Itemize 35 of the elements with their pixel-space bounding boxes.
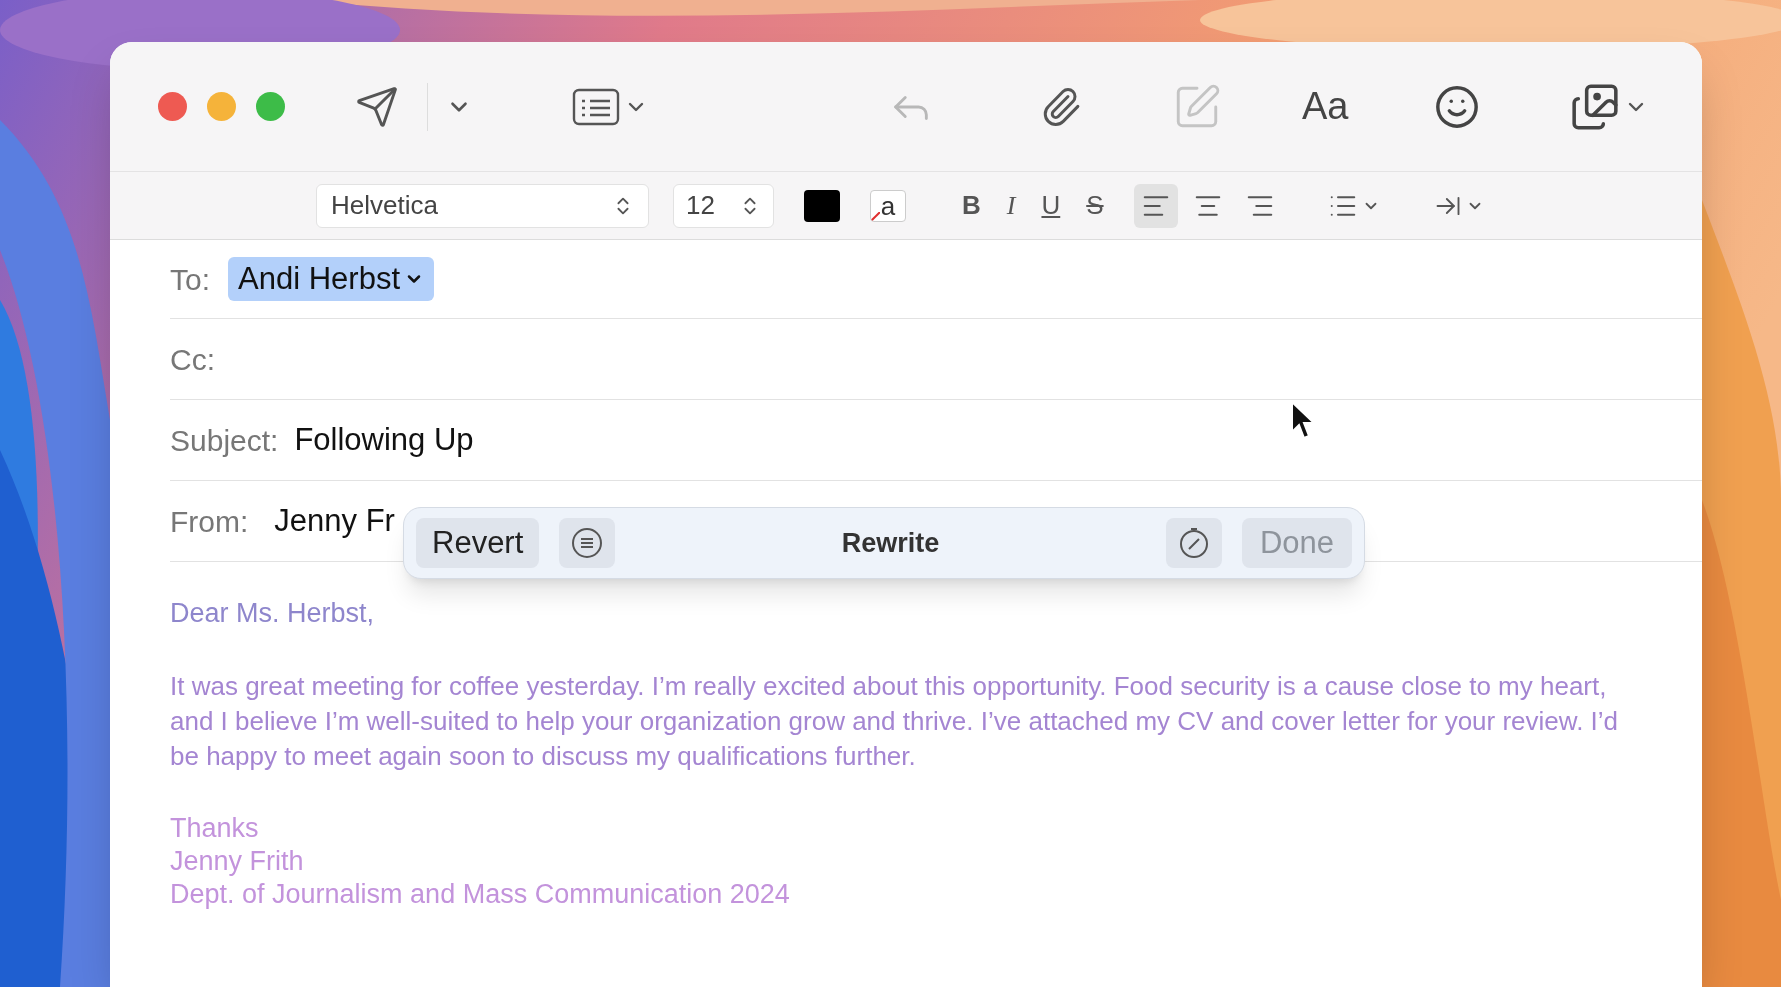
slash-mark (871, 211, 880, 221)
lines-circle-icon (570, 526, 605, 560)
highlight-color-button[interactable]: a (870, 189, 906, 222)
format-button[interactable]: Aa (1302, 78, 1349, 135)
photos-icon (1570, 81, 1621, 132)
send-button[interactable] (355, 84, 399, 129)
field-label: Subject: (170, 422, 279, 459)
close-button[interactable] (158, 92, 187, 121)
sender-value: Jenny Fr (274, 501, 395, 540)
strikethrough-button[interactable]: S (1086, 186, 1104, 225)
greeting-text: Dear Ms. Herbst, (170, 597, 376, 630)
body-paragraph: It was great meeting for coffee yesterday. I’m really excited about this opportunity. Food security is a cause close to my heart, and I believe I’m well-suited to help your organization grow and thrive. I’ve attached my CV and cover letter for your review. I’d be happy to meet again soon to discuss my qualifications further. (170, 670, 1620, 773)
summary-button[interactable] (559, 518, 616, 568)
underline-button[interactable]: U (1041, 186, 1061, 225)
compose-style-button[interactable] (1165, 518, 1222, 568)
rewrite-title: Rewrite (840, 526, 941, 560)
signature-line: Dept. of Journalism and Mass Communication 2024 (170, 878, 791, 911)
subject-value: Following Up (294, 420, 474, 459)
revert-button[interactable]: Revert (416, 518, 540, 568)
smiley-icon (1434, 83, 1481, 130)
signature-line: Thanks (170, 812, 260, 845)
field-label: To: (170, 261, 211, 298)
signature-line: Jenny Frith (170, 845, 305, 878)
bold-button[interactable]: B (962, 186, 981, 225)
list-box-icon (572, 86, 620, 127)
field-label: From: (170, 503, 249, 540)
font-select[interactable]: Helvetica (316, 183, 649, 228)
recipient-token[interactable]: Andi Herbst (228, 257, 434, 301)
field-label: Cc: (170, 341, 215, 378)
send-icon (355, 84, 399, 129)
emoji-button[interactable] (1434, 83, 1481, 130)
align-button[interactable] (1133, 183, 1178, 228)
italic-button[interactable]: I (1006, 186, 1016, 225)
font-size-select[interactable]: 12 (673, 183, 774, 228)
text-color-swatch[interactable] (804, 189, 840, 222)
